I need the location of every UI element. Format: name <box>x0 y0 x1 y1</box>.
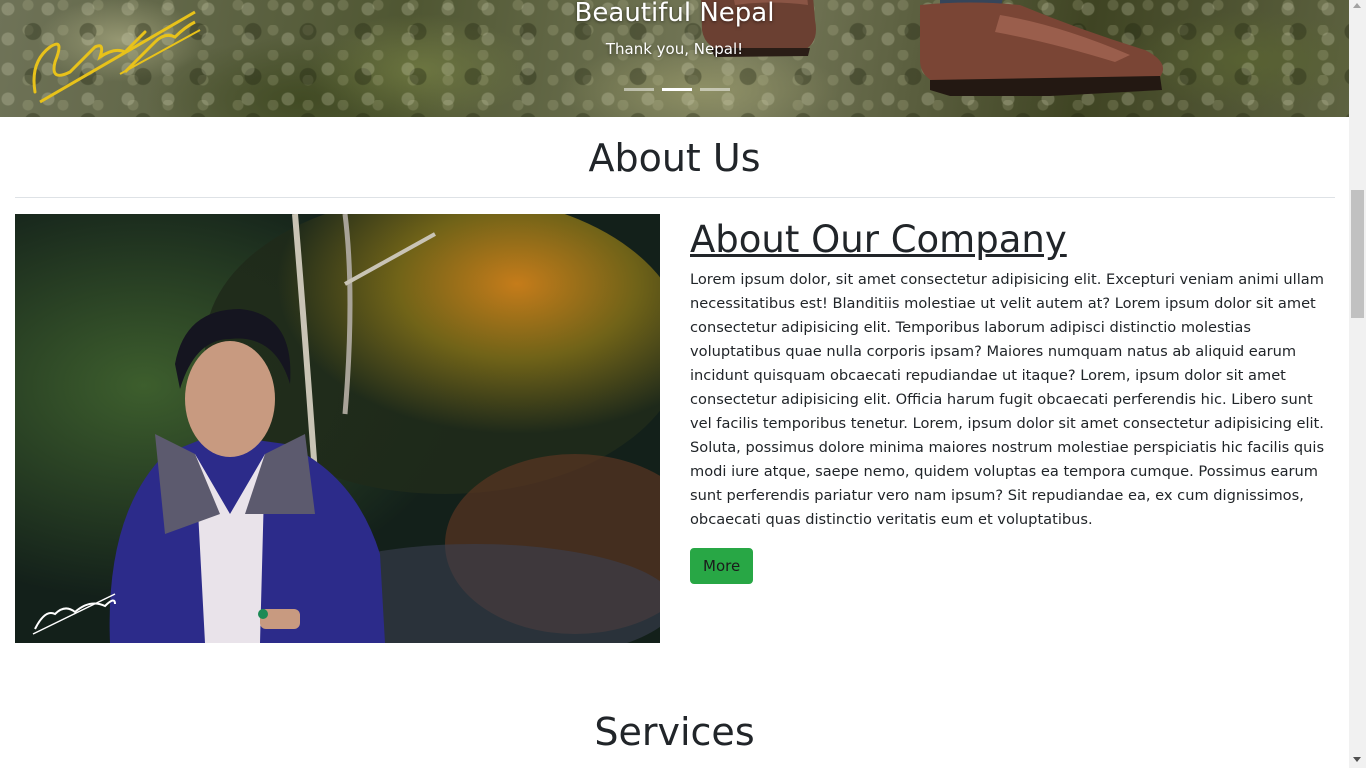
scroll-thumb[interactable] <box>1351 190 1364 318</box>
hero-subtitle: Thank you, Nepal! <box>605 40 744 58</box>
company-title: About Our Company <box>690 218 1067 261</box>
hero-title: Beautiful Nepal <box>574 0 775 28</box>
company-description: Lorem ipsum dolor, sit amet consectetur … <box>690 271 1325 529</box>
about-photo <box>15 214 660 643</box>
section-divider <box>15 197 1335 198</box>
carousel-indicator-2[interactable] <box>662 88 692 91</box>
page-scrollbar[interactable] <box>1349 0 1366 768</box>
more-button[interactable]: More <box>690 548 754 585</box>
carousel-indicator-1[interactable] <box>624 88 654 91</box>
about-section-title: About Us <box>588 136 761 180</box>
scroll-up-arrow-icon[interactable] <box>1353 3 1361 8</box>
carousel-indicators <box>624 88 730 91</box>
about-content: About Our Company Lorem ipsum dolor, sit… <box>690 218 1335 585</box>
carousel-indicator-3[interactable] <box>700 88 730 91</box>
services-section-title: Services <box>594 710 755 754</box>
hero-carousel[interactable]: Beautiful Nepal Thank you, Nepal! <box>0 0 1349 117</box>
scroll-down-arrow-icon[interactable] <box>1353 757 1361 762</box>
